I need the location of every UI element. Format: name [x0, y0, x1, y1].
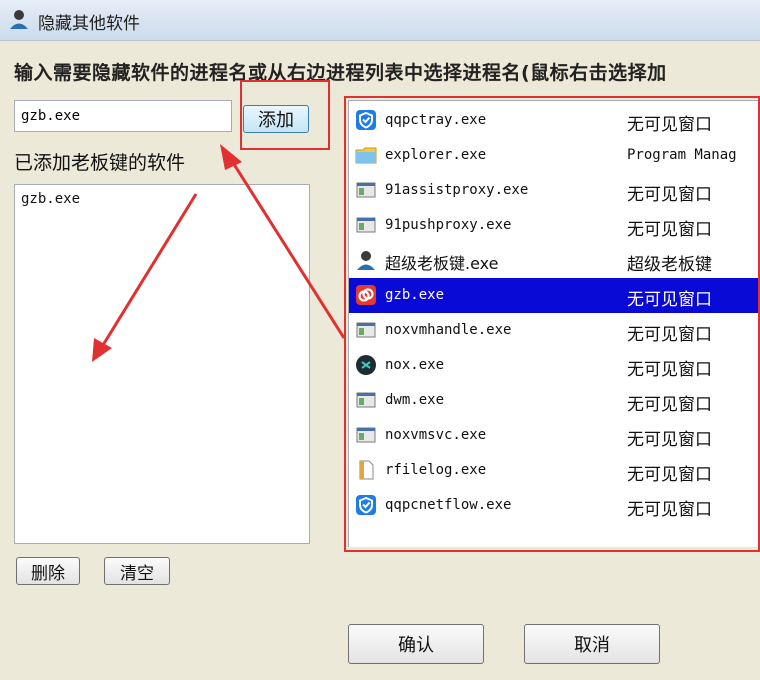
ok-button[interactable]: 确认	[348, 624, 484, 664]
exe-icon	[356, 182, 376, 198]
window-status: 无可见窗口	[627, 325, 712, 345]
process-name: 91assistproxy.exe	[385, 182, 529, 198]
process-name: nox.exe	[385, 357, 445, 373]
table-row[interactable]: nox.exe 无可见窗口	[349, 348, 760, 383]
window-status: 无可见窗口	[627, 185, 712, 205]
process-name: qqpctray.exe	[385, 112, 487, 128]
annotation-arrowhead	[220, 144, 242, 170]
added-software-list[interactable]: gzb.exe	[14, 184, 310, 544]
table-row[interactable]: explorer.exe Program Manag	[349, 138, 760, 173]
shield-icon	[356, 110, 376, 130]
process-name-input[interactable]	[14, 100, 232, 132]
user-icon	[357, 251, 375, 270]
folder-icon	[355, 147, 377, 164]
delete-button[interactable]: 删除	[16, 557, 80, 585]
window-status: 无可见窗口	[627, 220, 712, 240]
table-row[interactable]: 91assistproxy.exe 无可见窗口	[349, 173, 760, 208]
exe-icon	[356, 427, 376, 443]
shield-icon	[356, 495, 376, 515]
window-status: 无可见窗口	[627, 115, 712, 135]
table-row[interactable]: qqpctray.exe 无可见窗口	[349, 103, 760, 138]
process-name: qqpcnetflow.exe	[385, 497, 512, 513]
window-status: Program Manag	[627, 147, 737, 163]
table-row[interactable]: 超级老板键.exe 超级老板键	[349, 243, 760, 278]
added-software-label: 已添加老板键的软件	[14, 152, 186, 174]
window-title: 隐藏其他软件	[38, 14, 140, 34]
instruction-text: 输入需要隐藏软件的进程名或从右边进程列表中选择进程名(鼠标右击选择加	[14, 62, 667, 84]
table-row[interactable]: noxvmsvc.exe 无可见窗口	[349, 418, 760, 453]
exe-icon	[356, 217, 376, 233]
title-bar: 隐藏其他软件	[0, 0, 760, 41]
process-name: explorer.exe	[385, 147, 487, 163]
table-row[interactable]: 91pushproxy.exe 无可见窗口	[349, 208, 760, 243]
process-name: 91pushproxy.exe	[385, 217, 512, 233]
process-name: 超级老板键.exe	[385, 254, 499, 273]
window-status: 无可见窗口	[627, 430, 712, 450]
add-button[interactable]: 添加	[243, 105, 309, 133]
table-row[interactable]: dwm.exe 无可见窗口	[349, 383, 760, 418]
window-status: 无可见窗口	[627, 290, 712, 310]
user-icon	[10, 10, 28, 29]
gzb-icon	[356, 285, 376, 305]
process-name: rfilelog.exe	[385, 462, 487, 478]
process-name: dwm.exe	[385, 392, 445, 408]
table-row[interactable]: rfilelog.exe 无可见窗口	[349, 453, 760, 488]
nox-icon	[356, 355, 376, 375]
table-row[interactable]: noxvmhandle.exe 无可见窗口	[349, 313, 760, 348]
process-name: noxvmsvc.exe	[385, 427, 487, 443]
window-status: 无可见窗口	[627, 395, 712, 415]
window-status: 超级老板键	[627, 255, 712, 275]
window-status: 无可见窗口	[627, 360, 712, 380]
exe-icon	[356, 392, 376, 408]
table-row-selected[interactable]: gzb.exe 无可见窗口	[349, 278, 760, 313]
process-list[interactable]: qqpctray.exe 无可见窗口 explorer.exe Program …	[348, 100, 760, 547]
process-name: noxvmhandle.exe	[385, 322, 512, 338]
cancel-button[interactable]: 取消	[524, 624, 660, 664]
window-status: 无可见窗口	[627, 500, 712, 520]
process-name: gzb.exe	[385, 287, 445, 303]
clear-button[interactable]: 清空	[104, 557, 170, 585]
exe-icon	[356, 322, 376, 338]
window-status: 无可见窗口	[627, 465, 712, 485]
list-item[interactable]: gzb.exe	[15, 185, 309, 213]
table-row[interactable]: qqpcnetflow.exe 无可见窗口	[349, 488, 760, 523]
file-icon	[359, 460, 374, 480]
